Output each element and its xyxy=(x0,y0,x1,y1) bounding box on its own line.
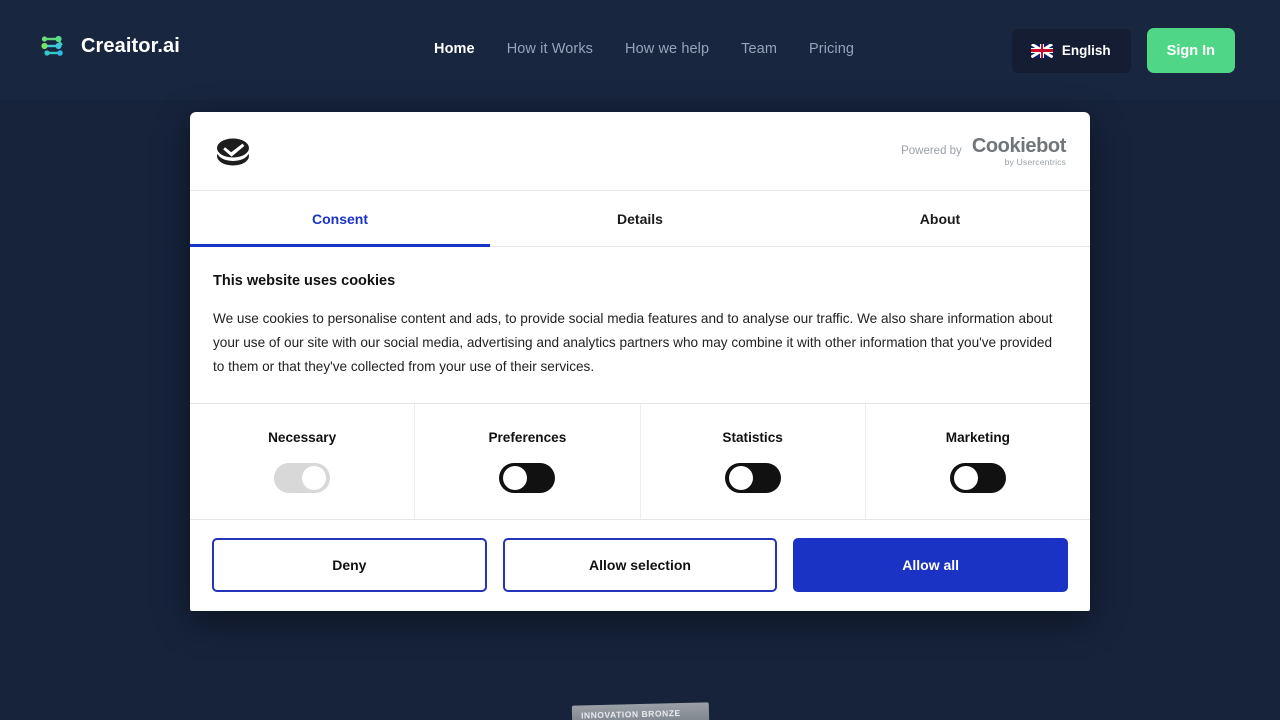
cookie-dialog-tabs: Consent Details About xyxy=(190,191,1090,247)
network-nodes-icon xyxy=(40,32,70,60)
toggle-statistics[interactable] xyxy=(725,463,781,493)
cookiebot-name: Cookiebot xyxy=(972,136,1066,156)
nav-right-group: English Sign In xyxy=(1012,28,1235,73)
nav-links: Home How it Works How we help Team Prici… xyxy=(434,41,870,57)
cookie-dialog-heading: This website uses cookies xyxy=(213,273,1067,289)
top-navigation-bar: Creaitor.ai Home How it Works How we hel… xyxy=(0,0,1280,100)
cookie-dialog-header: Powered by Cookiebot by Usercentrics xyxy=(190,112,1090,191)
powered-by-label: Powered by xyxy=(901,145,962,157)
nav-link-how-we-help[interactable]: How we help xyxy=(609,41,725,57)
category-label-preferences: Preferences xyxy=(488,430,566,445)
cookie-category-marketing: Marketing xyxy=(866,404,1090,519)
toggle-marketing[interactable] xyxy=(950,463,1006,493)
brand-logo[interactable]: Creaitor.ai xyxy=(40,32,180,60)
award-badge-label: INNOVATION BRONZE xyxy=(581,708,681,720)
toggle-preferences[interactable] xyxy=(499,463,555,493)
allow-selection-button[interactable]: Allow selection xyxy=(503,538,778,592)
allow-all-button[interactable]: Allow all xyxy=(793,538,1068,592)
nav-link-how-it-works[interactable]: How it Works xyxy=(491,41,609,57)
language-label: English xyxy=(1062,43,1111,58)
toggle-necessary xyxy=(274,463,330,493)
cookie-dialog-description: We use cookies to personalise content an… xyxy=(213,307,1067,379)
sign-in-button[interactable]: Sign In xyxy=(1147,28,1235,73)
deny-button[interactable]: Deny xyxy=(212,538,487,592)
cookie-category-statistics: Statistics xyxy=(641,404,866,519)
cookie-dialog-body: This website uses cookies We use cookies… xyxy=(190,247,1090,404)
brand-name: Creaitor.ai xyxy=(81,35,180,58)
category-label-necessary: Necessary xyxy=(268,430,336,445)
category-label-marketing: Marketing xyxy=(946,430,1010,445)
category-label-statistics: Statistics xyxy=(722,430,782,445)
language-selector[interactable]: English xyxy=(1012,29,1131,73)
powered-by-cookiebot: Powered by Cookiebot by Usercentrics xyxy=(901,136,1066,167)
nav-link-home[interactable]: Home xyxy=(434,41,491,57)
tab-about[interactable]: About xyxy=(790,191,1090,246)
cookie-dialog-actions: Deny Allow selection Allow all xyxy=(190,520,1090,611)
tab-details[interactable]: Details xyxy=(490,191,790,246)
cookie-consent-dialog: Powered by Cookiebot by Usercentrics Con… xyxy=(190,112,1090,611)
cookie-category-preferences: Preferences xyxy=(415,404,640,519)
nav-link-team[interactable]: Team xyxy=(725,41,793,57)
cookiebot-wordmark: Cookiebot by Usercentrics xyxy=(972,136,1066,167)
cookie-category-necessary: Necessary xyxy=(190,404,415,519)
award-badge: INNOVATION BRONZE xyxy=(572,702,709,720)
tab-consent[interactable]: Consent xyxy=(190,191,490,246)
cookie-category-row: Necessary Preferences Statistics Marketi… xyxy=(190,404,1090,520)
nav-link-pricing[interactable]: Pricing xyxy=(793,41,870,57)
cookiebot-subtitle: by Usercentrics xyxy=(1005,158,1066,167)
uk-flag-icon xyxy=(1031,44,1053,58)
cookiebot-check-icon xyxy=(213,132,253,170)
